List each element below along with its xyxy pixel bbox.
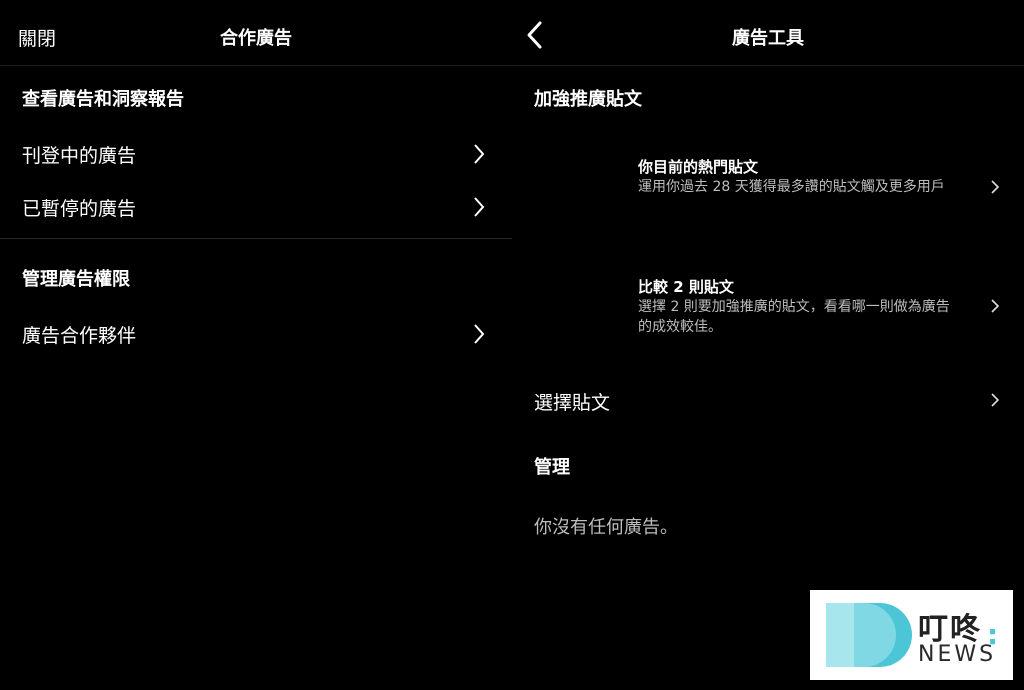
list-item-label: 廣告合作夥伴	[22, 325, 137, 347]
logo-text-en: NEWS	[918, 642, 997, 667]
list-item-label: 已暫停的廣告	[22, 198, 137, 220]
section-heading-boost: 加強推廣貼文	[534, 89, 642, 110]
list-item-label: 刊登中的廣告	[22, 145, 137, 167]
dingdong-news-logo: 叮咚 : NEWS	[810, 590, 1013, 680]
chevron-right-icon	[474, 197, 485, 217]
chevron-right-icon	[474, 144, 485, 164]
boost-card-top-post[interactable]: 你目前的熱門貼文 運用你過去 28 天獲得最多讚的貼文觸及更多用戶	[512, 150, 1024, 230]
select-post-label: 選擇貼文	[534, 392, 611, 414]
top-bar: 廣告工具	[512, 0, 1024, 66]
chevron-right-icon	[991, 180, 1000, 194]
list-item-ad-partners[interactable]: 廣告合作夥伴	[0, 313, 512, 353]
section-divider	[0, 238, 512, 239]
section-heading-permissions: 管理廣告權限	[22, 269, 130, 290]
page-title: 合作廣告	[220, 28, 292, 49]
chevron-right-icon	[474, 324, 485, 344]
top-bar: 關閉 合作廣告	[0, 0, 512, 66]
card-description: 運用你過去 28 天獲得最多讚的貼文觸及更多用戶	[638, 179, 945, 195]
ad-tools-screen: 廣告工具 加強推廣貼文 你目前的熱門貼文 運用你過去 28 天獲得最多讚的貼文觸…	[512, 0, 1024, 690]
select-post-row[interactable]: 選擇貼文	[512, 380, 1024, 420]
section-heading-insights: 查看廣告和洞察報告	[22, 89, 184, 110]
chevron-right-icon	[991, 299, 1000, 313]
empty-ads-text: 你沒有任何廣告。	[534, 517, 678, 538]
page-title: 廣告工具	[732, 28, 804, 49]
card-title: 比較 2 則貼文	[638, 278, 734, 296]
card-title: 你目前的熱門貼文	[638, 158, 759, 176]
boost-card-compare[interactable]: 比較 2 則貼文 選擇 2 則要加強推廣的貼文，看看哪一則做為廣告的成效較佳。	[512, 270, 1024, 350]
card-description: 選擇 2 則要加強推廣的貼文，看看哪一則做為廣告的成效較佳。	[638, 299, 950, 335]
chevron-right-icon	[991, 393, 1000, 407]
section-heading-manage: 管理	[534, 457, 570, 478]
list-item-active-ads[interactable]: 刊登中的廣告	[0, 133, 512, 173]
logo-mark-icon	[826, 603, 912, 667]
ads-partnership-screen: 關閉 合作廣告 查看廣告和洞察報告 刊登中的廣告 已暫停的廣告 管理廣告權限 廣…	[0, 0, 512, 690]
list-item-paused-ads[interactable]: 已暫停的廣告	[0, 186, 512, 226]
